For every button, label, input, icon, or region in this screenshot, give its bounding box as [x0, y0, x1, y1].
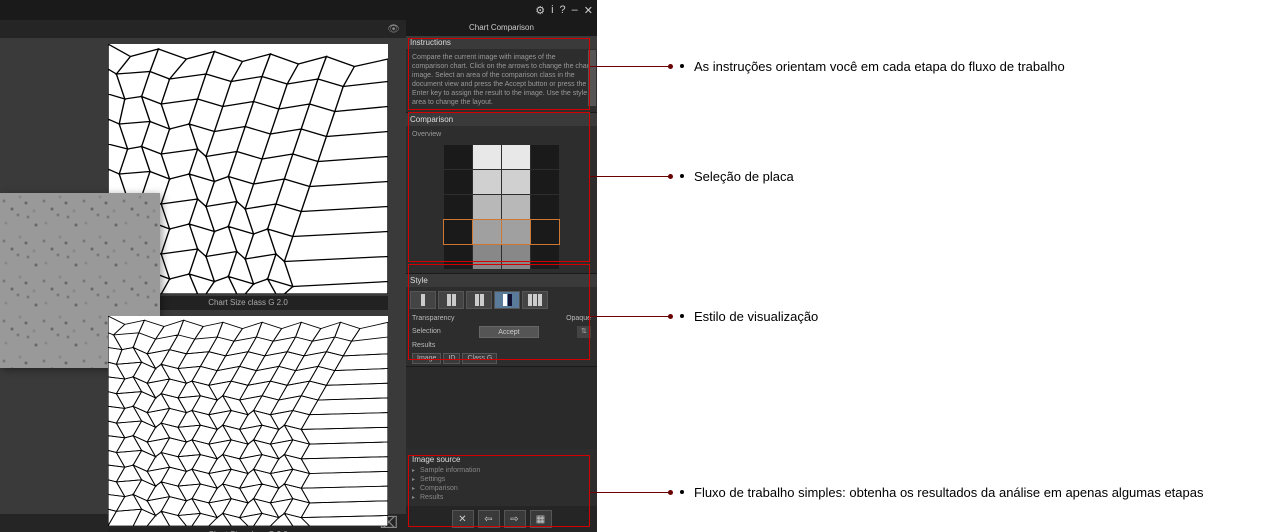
style-header: Style: [406, 274, 597, 287]
selection-label: Selection: [412, 328, 441, 335]
chart-cell[interactable]: [502, 145, 530, 169]
instructions-text: Compare the current image with images of…: [406, 49, 597, 112]
chart-cell[interactable]: [444, 195, 472, 219]
results-label: Results: [412, 342, 435, 349]
workflow-step-2[interactable]: Settings: [412, 475, 591, 484]
result-col-class: Class G: [462, 353, 497, 364]
comparison-subheader: Overview: [406, 126, 597, 141]
chart-bottom-label: Chart Size class G 3.0: [108, 528, 388, 532]
chart-cell[interactable]: [473, 170, 501, 194]
app-window: ⚙ i ? – ✕ 👁 Chart Size class G 2.0 Chart…: [0, 0, 597, 532]
eye-icon[interactable]: 👁: [387, 24, 400, 35]
workflow-close-button[interactable]: ✕: [452, 510, 474, 528]
chart-cell-selected[interactable]: [502, 220, 530, 244]
annotation-4: Fluxo de trabalho simples: obtenha os re…: [680, 484, 1203, 502]
chart-cell[interactable]: [444, 245, 472, 269]
comparison-header: Comparison: [406, 113, 597, 126]
chart-cell[interactable]: [502, 195, 530, 219]
panel-title: Chart Comparison: [406, 20, 597, 36]
transparency-label: Transparency: [412, 315, 455, 322]
style-section: Style Transparency Opaque Selection Acce…: [406, 274, 597, 367]
leader-line: [590, 176, 670, 177]
instructions-header: Instructions: [406, 36, 597, 49]
result-col-id: ID: [443, 353, 460, 364]
chart-cell[interactable]: [531, 170, 559, 194]
chart-cell-selected[interactable]: [444, 220, 472, 244]
leader-dot: [668, 174, 673, 179]
opaque-label: Opaque: [566, 315, 591, 322]
info-icon[interactable]: i: [551, 4, 553, 16]
annotation-3: Estilo de visualização: [680, 308, 818, 326]
workflow-grid-button[interactable]: ▦: [530, 510, 552, 528]
chart-cell[interactable]: [531, 195, 559, 219]
workflow-header: Image source: [412, 453, 591, 466]
chart-cell[interactable]: [531, 245, 559, 269]
help-icon[interactable]: ?: [560, 4, 566, 16]
annotation-text: Estilo de visualização: [694, 308, 818, 326]
scrollbar[interactable]: [588, 50, 596, 106]
chart-cell-selected[interactable]: [531, 220, 559, 244]
style-option-4[interactable]: [494, 291, 520, 309]
style-option-3[interactable]: [466, 291, 492, 309]
accept-button[interactable]: Accept: [479, 326, 539, 338]
chart-cell[interactable]: [473, 245, 501, 269]
panel-filler: [406, 367, 597, 449]
leader-dot: [668, 314, 673, 319]
gear-icon[interactable]: ⚙: [535, 4, 545, 17]
workflow-step-4[interactable]: Results: [412, 493, 591, 502]
annotation-2: Seleção de placa: [680, 168, 794, 186]
annotation-text: Seleção de placa: [694, 168, 794, 186]
workflow-buttons: ✕ ⇦ ⇨ ▦: [406, 506, 597, 532]
result-col-image: Image: [412, 353, 441, 364]
chart-cell[interactable]: [473, 195, 501, 219]
leader-line: [590, 66, 670, 67]
instructions-section: Instructions Compare the current image w…: [406, 36, 597, 113]
chart-cell[interactable]: [531, 145, 559, 169]
stepper[interactable]: ⇅: [577, 326, 591, 338]
workflow-section: Image source Sample information Settings…: [406, 449, 597, 506]
comparison-section: Comparison Overview: [406, 113, 597, 274]
titlebar: ⚙ i ? – ✕: [0, 0, 597, 20]
chart-cell-selected[interactable]: [473, 220, 501, 244]
workflow-back-button[interactable]: ⇦: [478, 510, 500, 528]
workflow-step-3[interactable]: Comparison: [412, 484, 591, 493]
style-option-5[interactable]: [522, 291, 548, 309]
chart-grid: [444, 145, 559, 269]
leader-dot: [668, 490, 673, 495]
style-row: [406, 287, 597, 313]
chart-cell[interactable]: [502, 245, 530, 269]
annotation-text: Fluxo de trabalho simples: obtenha os re…: [694, 484, 1203, 502]
workflow-step-1[interactable]: Sample information: [412, 466, 591, 475]
annotation-1: As instruções orientam você em cada etap…: [680, 58, 1065, 76]
viewport-header: 👁: [0, 20, 406, 38]
viewport[interactable]: Chart Size class G 2.0 Chart Size class …: [0, 38, 406, 514]
annotation-text: As instruções orientam você em cada etap…: [694, 58, 1065, 76]
close-icon[interactable]: ✕: [584, 4, 593, 17]
leader-line: [590, 492, 670, 493]
viewport-column: 👁 Chart Size class G 2.0 Chart Size clas…: [0, 20, 406, 532]
chart-cell[interactable]: [444, 170, 472, 194]
side-panel: Chart Comparison Instructions Compare th…: [406, 20, 597, 532]
minimize-icon[interactable]: –: [572, 4, 578, 16]
chart-cell[interactable]: [444, 145, 472, 169]
style-option-1[interactable]: [410, 291, 436, 309]
chart-image-bottom[interactable]: [108, 316, 388, 526]
chart-cell[interactable]: [473, 145, 501, 169]
leader-dot: [668, 64, 673, 69]
results-row: Image ID Class G: [406, 351, 597, 366]
chart-cell[interactable]: [502, 170, 530, 194]
style-option-2[interactable]: [438, 291, 464, 309]
leader-line: [590, 316, 670, 317]
workflow-forward-button[interactable]: ⇨: [504, 510, 526, 528]
